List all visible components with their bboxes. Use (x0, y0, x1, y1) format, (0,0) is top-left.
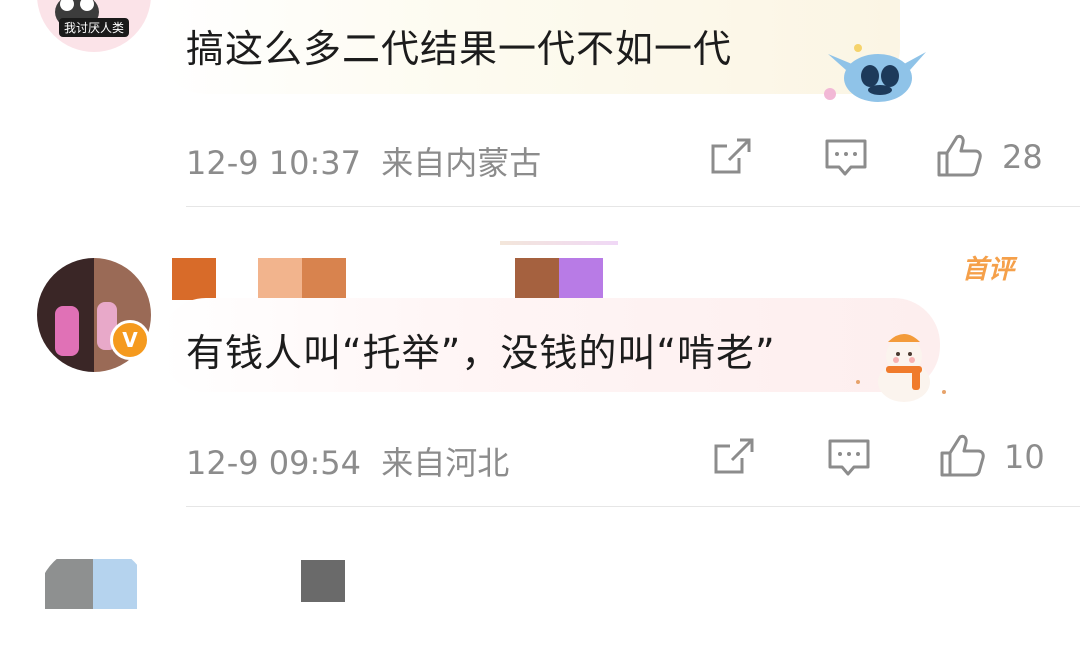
divider (186, 506, 1080, 507)
share-icon[interactable] (709, 136, 753, 176)
avatar[interactable] (37, 545, 151, 659)
comment-location: 来自内蒙古 (381, 144, 542, 182)
share-icon[interactable] (712, 436, 756, 476)
like-count: 28 (1002, 138, 1043, 176)
like-count: 10 (1004, 438, 1045, 476)
comment-time: 12-9 10:37 (186, 144, 362, 182)
comment-location: 来自河北 (381, 444, 510, 482)
divider (186, 206, 1080, 207)
stitch-sticker (824, 44, 926, 102)
avatar[interactable]: 我讨厌人类 (37, 0, 151, 52)
comment-text: 有钱人叫“托举”，没钱的叫“啃老” (186, 331, 776, 375)
comment-icon[interactable] (826, 437, 872, 477)
comment-meta: 12-9 09:54 来自河北 (186, 438, 509, 484)
comment-text: 搞这么多二代结果一代不如一代 (186, 27, 733, 71)
username-mosaic (301, 560, 345, 602)
thumbs-up-icon[interactable] (938, 433, 986, 479)
avatar-caption: 我讨厌人类 (59, 18, 130, 37)
verified-badge: V (110, 320, 150, 360)
comment-meta: 12-9 10:37 来自内蒙古 (186, 138, 541, 184)
snowman-sticker (856, 334, 946, 402)
comment-icon[interactable] (823, 137, 869, 177)
first-comment-badge: 首评 (962, 255, 1015, 285)
thumbs-up-icon[interactable] (935, 133, 983, 179)
comment-time: 12-9 09:54 (186, 444, 362, 482)
